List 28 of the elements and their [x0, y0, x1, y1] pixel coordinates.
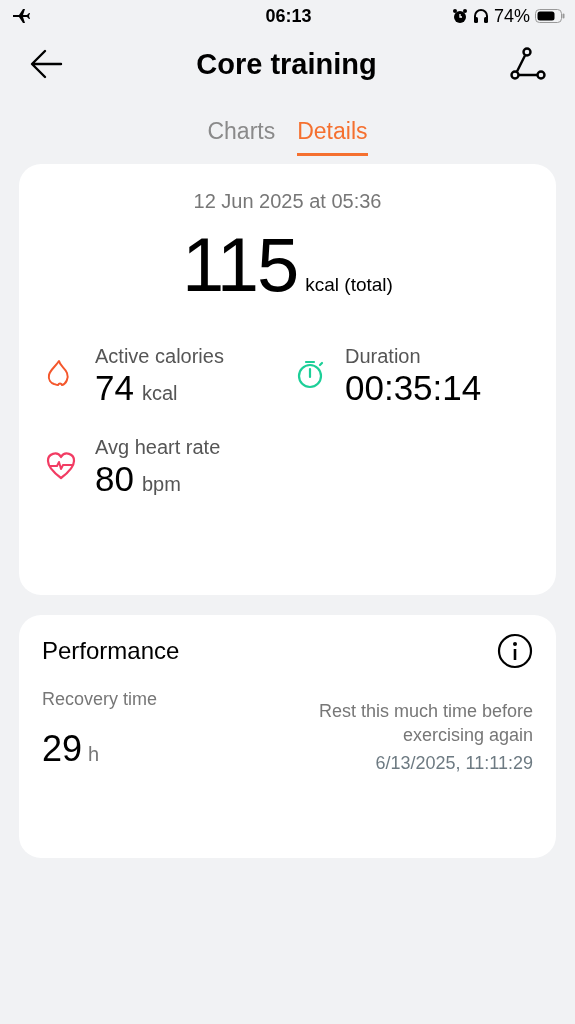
recovery-value: 29 [42, 728, 83, 770]
headphones-icon [472, 8, 489, 24]
alarm-icon [451, 8, 468, 24]
total-calories: 115 [182, 225, 298, 305]
route-icon[interactable] [509, 46, 547, 82]
recovery-unit: h [88, 743, 100, 766]
airplane-icon [12, 9, 30, 23]
stat-unit: bpm [141, 473, 181, 496]
workout-date: 12 Jun 2025 at 05:36 [192, 190, 383, 213]
section-title: Performance [42, 637, 180, 665]
recovery-note: Rest this much time before exercising again [317, 700, 533, 747]
tab[interactable]: Charts [207, 116, 276, 156]
stat-label: Active calories [95, 345, 224, 368]
stat-label: Duration [345, 345, 422, 368]
status-time: 06:13 [265, 5, 312, 27]
tab[interactable]: Details [297, 116, 368, 156]
battery-percent: 74% [493, 5, 530, 27]
stat-value: 74 [95, 368, 134, 408]
stat-unit: kcal [141, 382, 178, 405]
battery-icon [535, 8, 565, 24]
stat-value: 80 [95, 459, 134, 499]
stat-value: 00:35:14 [345, 368, 482, 408]
recovery-label: Recovery time [42, 689, 158, 710]
total-unit: kcal (total) [305, 274, 393, 296]
info-icon[interactable] [497, 633, 533, 669]
recovery-end-time: 6/13/2025, 11:11:29 [374, 753, 533, 774]
page-title: Core training [196, 47, 377, 81]
stat-label: Avg heart rate [95, 436, 221, 459]
